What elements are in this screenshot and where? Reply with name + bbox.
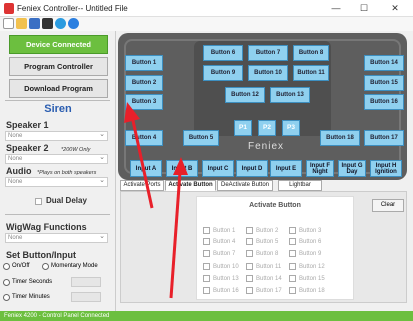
annotation-arrows [124, 102, 188, 299]
status-bar: Feniex 4200 - Control Panel Connected [0, 311, 413, 321]
arrow-to-button-3 [124, 102, 154, 209]
arrow-to-input-b [169, 157, 188, 299]
